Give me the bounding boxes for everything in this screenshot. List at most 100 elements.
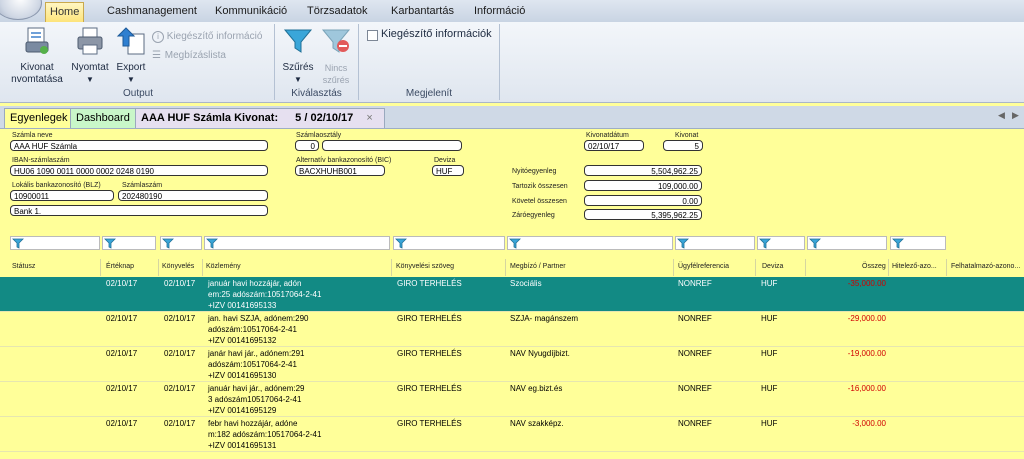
tab-scroll-left-icon[interactable]: ◀ bbox=[998, 110, 1005, 121]
cell-kozlemeny-line: em:25 adószám:10517064-2-41 bbox=[208, 290, 322, 299]
column-filter-input[interactable] bbox=[507, 236, 673, 250]
filter-icon bbox=[162, 238, 174, 249]
nincs-szures-label-1: Nincs bbox=[324, 63, 348, 73]
export-icon bbox=[116, 27, 145, 55]
szamlaosztaly-code-field: 0 bbox=[295, 140, 319, 151]
menu-tab-cashmanagement[interactable]: Cashmanagement bbox=[103, 2, 201, 21]
list-icon: ☰ bbox=[152, 50, 161, 61]
column-header-konyvelesi-szoveg[interactable]: Könyvelési szöveg bbox=[396, 263, 454, 270]
ribbon: Kivonat nvomtatása Nyomtat ▼ Export ▼ i … bbox=[0, 22, 1024, 103]
cell-erteknap: 02/10/17 bbox=[106, 384, 138, 393]
cell-kozlemeny-line: adószám:10517064-2-41 bbox=[208, 360, 297, 369]
column-separator[interactable] bbox=[391, 259, 392, 276]
column-header-deviza[interactable]: Deviza bbox=[762, 263, 783, 270]
cell-konyveles: 02/10/17 bbox=[164, 349, 196, 358]
cell-konyveles: 02/10/17 bbox=[164, 314, 196, 323]
szamlaosztaly-desc-field bbox=[322, 140, 462, 151]
megbizaslista-button[interactable]: ☰ Megbízáslista bbox=[152, 50, 226, 61]
column-filter-input[interactable] bbox=[890, 236, 946, 250]
szures-button[interactable]: Szűrés ▼ bbox=[281, 26, 315, 86]
kivonatdatum-label: Kivonatdátum bbox=[586, 132, 629, 139]
kovetel-osszesen-label: Követel összesen bbox=[512, 198, 567, 205]
filter-icon bbox=[283, 29, 313, 53]
column-filter-input[interactable] bbox=[160, 236, 202, 250]
filter-icon bbox=[759, 238, 771, 249]
table-row[interactable]: 02/10/17 02/10/17 janár havi jár., adónem:… bbox=[0, 347, 1024, 382]
app-menu-button[interactable] bbox=[0, 0, 42, 20]
menu-tab-karbantartas[interactable]: Karbantartás bbox=[387, 2, 458, 21]
szamlaszam-label: Számlaszám bbox=[122, 182, 163, 189]
column-separator[interactable] bbox=[673, 259, 674, 276]
table-row[interactable]: 02/10/17 02/10/17 január havi hozzájár, ad… bbox=[0, 277, 1024, 312]
column-separator[interactable] bbox=[946, 259, 947, 276]
kiegeszito-informacio-button[interactable]: i Kiegészítő információ bbox=[152, 31, 262, 43]
column-header-megbizo-partner[interactable]: Megbízó / Partner bbox=[510, 263, 566, 270]
cell-konyvelesi-szoveg: GIRO TERHELÉS bbox=[397, 279, 462, 288]
tab-dashboard[interactable]: Dashboard bbox=[70, 108, 136, 128]
export-button[interactable]: Export ▼ bbox=[112, 26, 150, 86]
bic-field: BACXHUHB001 bbox=[295, 165, 385, 176]
column-separator[interactable] bbox=[202, 259, 203, 276]
cell-konyvelesi-szoveg: GIRO TERHELÉS bbox=[397, 349, 462, 358]
kivonat-field: 5 bbox=[663, 140, 703, 151]
tab-szamla-kivonat[interactable]: AAA HUF Számla Kivonat: 5 / 02/10/17 × bbox=[135, 108, 385, 128]
filter-icon bbox=[206, 238, 218, 249]
column-header-felhatalmazo[interactable]: Felhatalmazó-azono... bbox=[951, 263, 1020, 270]
cell-ugyfelreferencia: NONREF bbox=[678, 384, 712, 393]
kivonat-nyomtatasa-button[interactable]: Kivonat nvomtatása bbox=[6, 26, 68, 86]
tab-egyenlegek[interactable]: Egyenlegek bbox=[4, 108, 74, 128]
column-header-erteknap[interactable]: Értéknap bbox=[106, 263, 134, 270]
column-separator[interactable] bbox=[505, 259, 506, 276]
column-header-hitelezo[interactable]: Hitelező-azo... bbox=[892, 263, 937, 270]
table-row[interactable]: 02/10/17 02/10/17 jan. havi SZJA, adónem:2… bbox=[0, 312, 1024, 347]
statement-print-icon bbox=[25, 27, 49, 54]
chevron-down-icon: ▼ bbox=[127, 75, 135, 84]
column-separator[interactable] bbox=[100, 259, 101, 276]
szamlaosztaly-label: Számlaosztály bbox=[296, 132, 342, 139]
column-filter-input[interactable] bbox=[675, 236, 755, 250]
column-header-ugyfelreferencia[interactable]: Ügyfélreferencia bbox=[678, 263, 729, 270]
column-filter-input[interactable] bbox=[393, 236, 505, 250]
column-header-osszeg[interactable]: Összeg bbox=[862, 263, 886, 270]
nyomtat-button[interactable]: Nyomtat ▼ bbox=[68, 26, 112, 86]
column-filter-input[interactable] bbox=[102, 236, 156, 250]
kivonat-label: Kivonat bbox=[675, 132, 699, 139]
column-header-kozlemeny[interactable]: Közlemény bbox=[206, 263, 241, 270]
table-row[interactable]: 02/10/17 02/10/17 január havi jár., adónem… bbox=[0, 382, 1024, 417]
column-separator[interactable] bbox=[755, 259, 756, 276]
bank-field: Bank 1. bbox=[10, 205, 268, 216]
chevron-down-icon: ▼ bbox=[86, 75, 94, 84]
kiegeszito-informaciok-checkbox[interactable] bbox=[367, 30, 378, 41]
cell-konyvelesi-szoveg: GIRO TERHELÉS bbox=[397, 314, 462, 323]
close-icon[interactable]: × bbox=[366, 112, 372, 124]
column-filter-input[interactable] bbox=[10, 236, 100, 250]
column-separator[interactable] bbox=[158, 259, 159, 276]
cell-deviza: HUF bbox=[761, 419, 778, 428]
menu-tab-kommunikacio[interactable]: Kommunikáció bbox=[211, 2, 291, 21]
column-header-konyveles[interactable]: Könyvelés bbox=[162, 263, 194, 270]
ribbon-group-output: Kivonat nvomtatása Nyomtat ▼ Export ▼ i … bbox=[2, 24, 275, 100]
cell-kozlemeny-line: jan. havi SZJA, adónem:290 bbox=[208, 314, 309, 323]
blz-label: Lokális bankazonosító (BLZ) bbox=[12, 182, 101, 189]
tab-scroll-right-icon[interactable]: ▶ bbox=[1012, 110, 1019, 121]
menu-tab-home[interactable]: Home bbox=[45, 2, 85, 22]
column-filter-input[interactable] bbox=[757, 236, 805, 250]
kivonat-nyomtatasa-label: Kivonat nvomtatása bbox=[11, 62, 63, 85]
menu-tab-informacio[interactable]: Információ bbox=[470, 2, 529, 21]
column-separator[interactable] bbox=[888, 259, 889, 276]
column-header-statusz[interactable]: Státusz bbox=[12, 263, 35, 270]
cell-kozlemeny-line: janár havi jár., adónem:291 bbox=[208, 349, 305, 358]
document-tabs: Egyenlegek Dashboard AAA HUF Számla Kivo… bbox=[0, 106, 1024, 129]
nincs-szures-button[interactable]: Nincs szűrés bbox=[319, 26, 353, 86]
kiegeszito-informaciok-label: Kiegészítő információk bbox=[381, 28, 492, 40]
chevron-down-icon: ▼ bbox=[294, 75, 302, 84]
menu-tab-torzsadatok[interactable]: Törzsadatok bbox=[303, 2, 372, 21]
deviza-field: HUF bbox=[432, 165, 464, 176]
szamlaszam-field: 202480190 bbox=[118, 190, 268, 201]
column-separator[interactable] bbox=[805, 259, 806, 276]
table-row[interactable]: 02/10/17 02/10/17 febr havi hozzájár, adón… bbox=[0, 417, 1024, 452]
column-filter-input[interactable] bbox=[204, 236, 390, 250]
cell-partner: SZJA- magánszem bbox=[510, 314, 579, 323]
menu-bar: Home Cashmanagement Kommunikáció Törzsad… bbox=[0, 0, 1024, 23]
column-filter-input[interactable] bbox=[807, 236, 887, 250]
